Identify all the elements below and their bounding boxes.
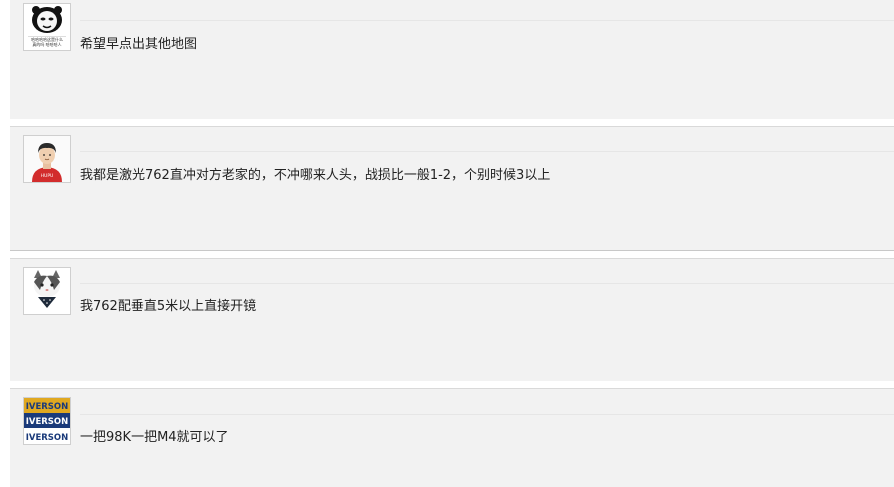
jersey-text: IVERSON — [26, 402, 69, 412]
shirt-text: HUPU — [41, 173, 54, 179]
comment-text: 一把98K一把M4就可以了 — [80, 430, 229, 445]
panda-caption-2: 真的吗 哈哈哈人 — [32, 41, 61, 47]
comment-item: 哈哈哈哈这是什么 真的吗 哈哈哈人 希望早点出其他地图 — [10, 0, 894, 121]
comment-text: 我762配垂直5米以上直接开镜 — [80, 299, 257, 314]
divider — [80, 20, 894, 21]
comment-item: HUPU 我都是激光762直冲对方老家的，不冲哪来人头，战损比一般1-2，个别时… — [10, 119, 894, 251]
comment-feed: 哈哈哈哈这是什么 真的吗 哈哈哈人 希望早点出其他地图 HUPU 我都是激光76… — [0, 0, 894, 487]
jersey-text: IVERSON — [26, 417, 69, 427]
divider — [80, 283, 894, 284]
comment-text: 我都是激光762直冲对方老家的，不冲哪来人头，战损比一般1-2，个别时候3以上 — [80, 168, 551, 183]
cartoon-man-avatar-icon[interactable]: HUPU — [23, 135, 71, 183]
comment-item: IVERSON IVERSON IVERSON 一把98K一把M4就可以了 — [10, 381, 894, 487]
iverson-avatar-icon[interactable]: IVERSON IVERSON IVERSON — [23, 397, 71, 445]
cat-avatar-icon[interactable] — [23, 267, 71, 315]
jersey-text: IVERSON — [26, 433, 69, 443]
comment-text: 希望早点出其他地图 — [80, 37, 198, 52]
divider — [80, 151, 894, 152]
divider — [80, 414, 894, 415]
panda-meme-avatar-icon[interactable]: 哈哈哈哈这是什么 真的吗 哈哈哈人 — [23, 3, 71, 51]
comment-item: 我762配垂直5米以上直接开镜 — [10, 251, 894, 383]
